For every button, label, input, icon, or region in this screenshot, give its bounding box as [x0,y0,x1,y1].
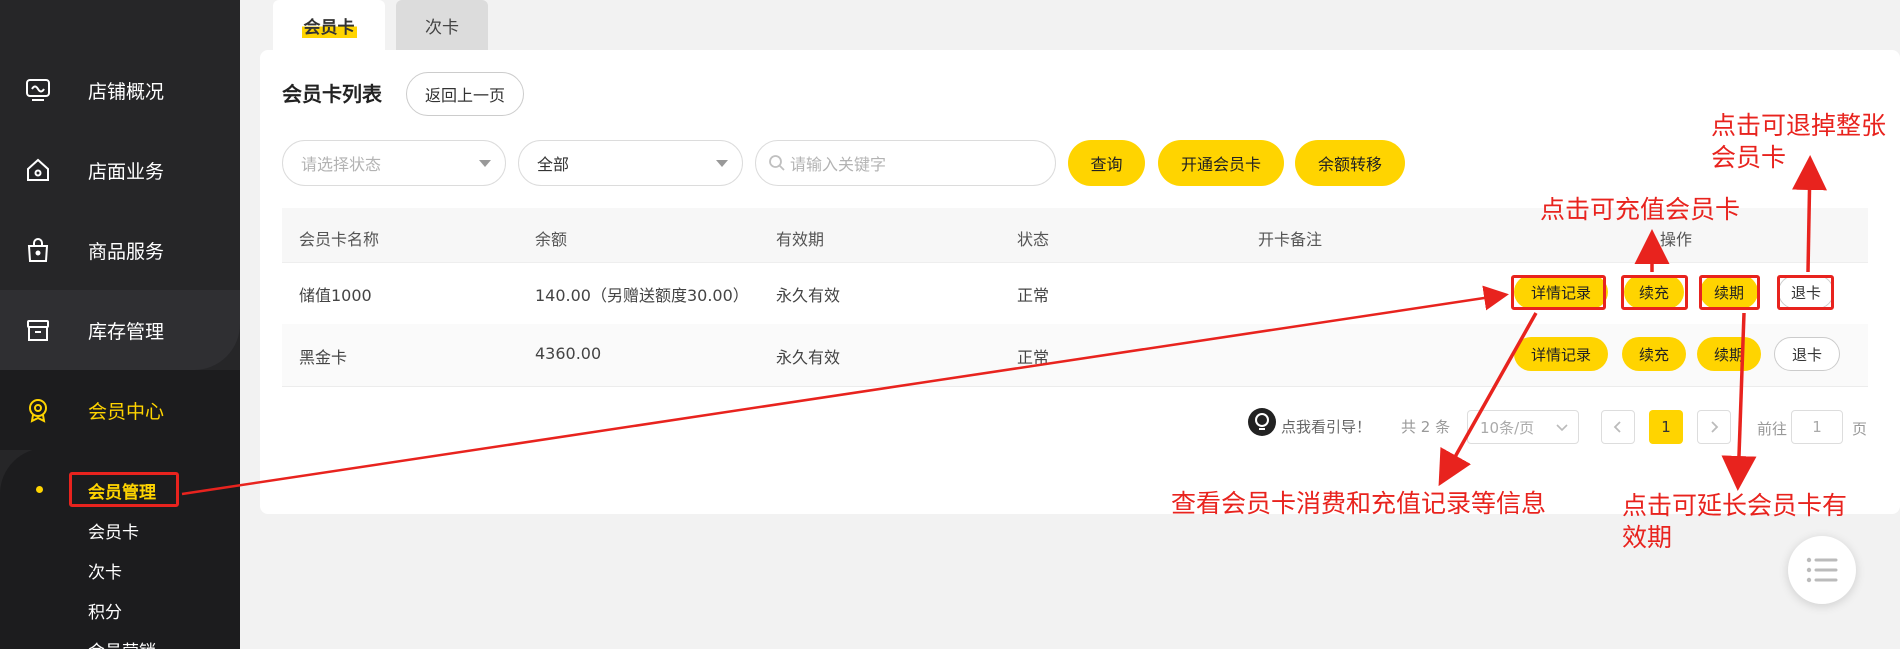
status-select[interactable]: 请选择状态 [282,140,506,186]
card-name: 黑金卡 [299,348,348,367]
next-page-button[interactable] [1697,410,1731,444]
annotation-line: 点击可延长会员卡有 [1622,491,1848,520]
page-size-value: 10条/页 [1480,418,1535,437]
open-card-button[interactable]: 开通会员卡 [1158,140,1284,186]
sidebar-subitem-member-card[interactable]: 会员卡 [88,518,139,543]
annotation-extend: 点击可延长会员卡有 效期 [1622,490,1847,554]
page-size-select[interactable]: 10条/页 [1467,410,1579,444]
sidebar-subitem-marketing[interactable]: 会员营销 [88,637,156,649]
transfer-button[interactable]: 余额转移 [1295,140,1405,186]
tab-member-card[interactable]: 会员卡 [273,0,385,50]
sidebar-item-label: 会员中心 [88,400,165,423]
search-input[interactable]: 请输入关键字 [755,140,1056,186]
card-status: 正常 [1017,286,1050,305]
detail-record-button[interactable]: 详情记录 [1514,337,1608,371]
sidebar-item-goods-service[interactable]: 商品服务 [0,210,240,290]
col-validity: 有效期 [776,230,825,249]
col-status: 状态 [1017,230,1050,249]
annotation-detail: 查看会员卡消费和充值记录等信息 [1171,489,1547,518]
card-name: 储值1000 [299,286,372,305]
highlight-member-management [69,472,179,507]
recharge-button[interactable]: 续充 [1622,337,1686,371]
page-number-current[interactable]: 1 [1649,410,1683,444]
tab-label: 会员卡 [301,12,357,38]
col-actions: 操作 [1660,230,1693,249]
chevron-down-icon [716,160,728,167]
card-balance: 140.00（另赠送额度30.00） [535,286,749,305]
sidebar-subitem-times-card[interactable]: 次卡 [88,558,122,583]
sidebar-item-store-business[interactable]: 店面业务 [0,130,240,210]
chevron-down-icon [1556,424,1568,432]
col-name: 会员卡名称 [299,230,380,249]
extend-button[interactable]: 续期 [1697,337,1761,371]
chevron-right-icon [1711,421,1719,433]
type-select[interactable]: 全部 [518,140,743,186]
prev-page-button[interactable] [1601,410,1635,444]
card-status: 正常 [1017,348,1050,367]
query-button[interactable]: 查询 [1068,140,1145,186]
status-placeholder: 请选择状态 [301,155,382,174]
goto-prefix: 前往 [1757,420,1788,438]
card-balance: 4360.00 [535,344,602,363]
member-icon [29,399,47,423]
sidebar-subitem-points[interactable]: 积分 [88,598,122,623]
highlight-refund [1777,275,1834,310]
card-validity: 永久有效 [776,286,841,305]
goto-page-input[interactable]: 1 [1791,410,1843,444]
col-note: 开卡备注 [1258,230,1323,249]
annotation-recharge: 点击可充值会员卡 [1540,195,1741,224]
box-icon [27,320,49,341]
lightbulb-icon[interactable] [1248,408,1276,436]
page-title: 会员卡列表 [282,82,382,106]
sidebar: 店铺概况 店面业务 商品服务 库存管理 会员中心 会员管理 会员卡 次卡 积分 … [0,0,240,649]
annotation-line: 效期 [1622,523,1673,552]
type-value: 全部 [537,155,570,174]
goto-suffix: 页 [1852,420,1868,438]
highlight-detail [1511,275,1606,310]
back-button[interactable]: 返回上一页 [406,72,524,116]
sidebar-item-label: 店铺概况 [88,80,165,103]
chevron-down-icon [479,160,491,167]
active-dot-icon [36,486,43,493]
guide-link[interactable]: 点我看引导！ [1281,416,1371,437]
highlight-extend [1699,275,1760,310]
tab-times-card[interactable]: 次卡 [396,0,488,50]
chevron-left-icon [1613,421,1621,433]
col-balance: 余额 [535,230,568,249]
total-count: 共 2 条 [1401,418,1451,436]
sidebar-item-label: 店面业务 [88,160,165,183]
sidebar-item-inventory[interactable]: 库存管理 [0,290,240,370]
annotation-refund: 点击可退掉整张 会员卡 [1711,110,1886,174]
sidebar-item-label: 商品服务 [88,240,165,263]
search-placeholder: 请输入关键字 [790,155,887,174]
sidebar-item-label: 库存管理 [88,320,165,343]
bag-icon [27,238,49,262]
card-validity: 永久有效 [776,348,841,367]
search-icon [769,155,785,171]
annotation-line: 点击可退掉整张 [1711,111,1887,140]
highlight-recharge [1621,275,1688,310]
refund-button[interactable]: 退卡 [1774,337,1840,371]
monitor-icon [26,79,50,101]
annotation-line: 会员卡 [1711,143,1787,172]
sidebar-item-store-overview[interactable]: 店铺概况 [0,50,240,130]
home-icon [27,158,49,181]
sidebar-item-member-center[interactable]: 会员中心 [0,370,240,450]
